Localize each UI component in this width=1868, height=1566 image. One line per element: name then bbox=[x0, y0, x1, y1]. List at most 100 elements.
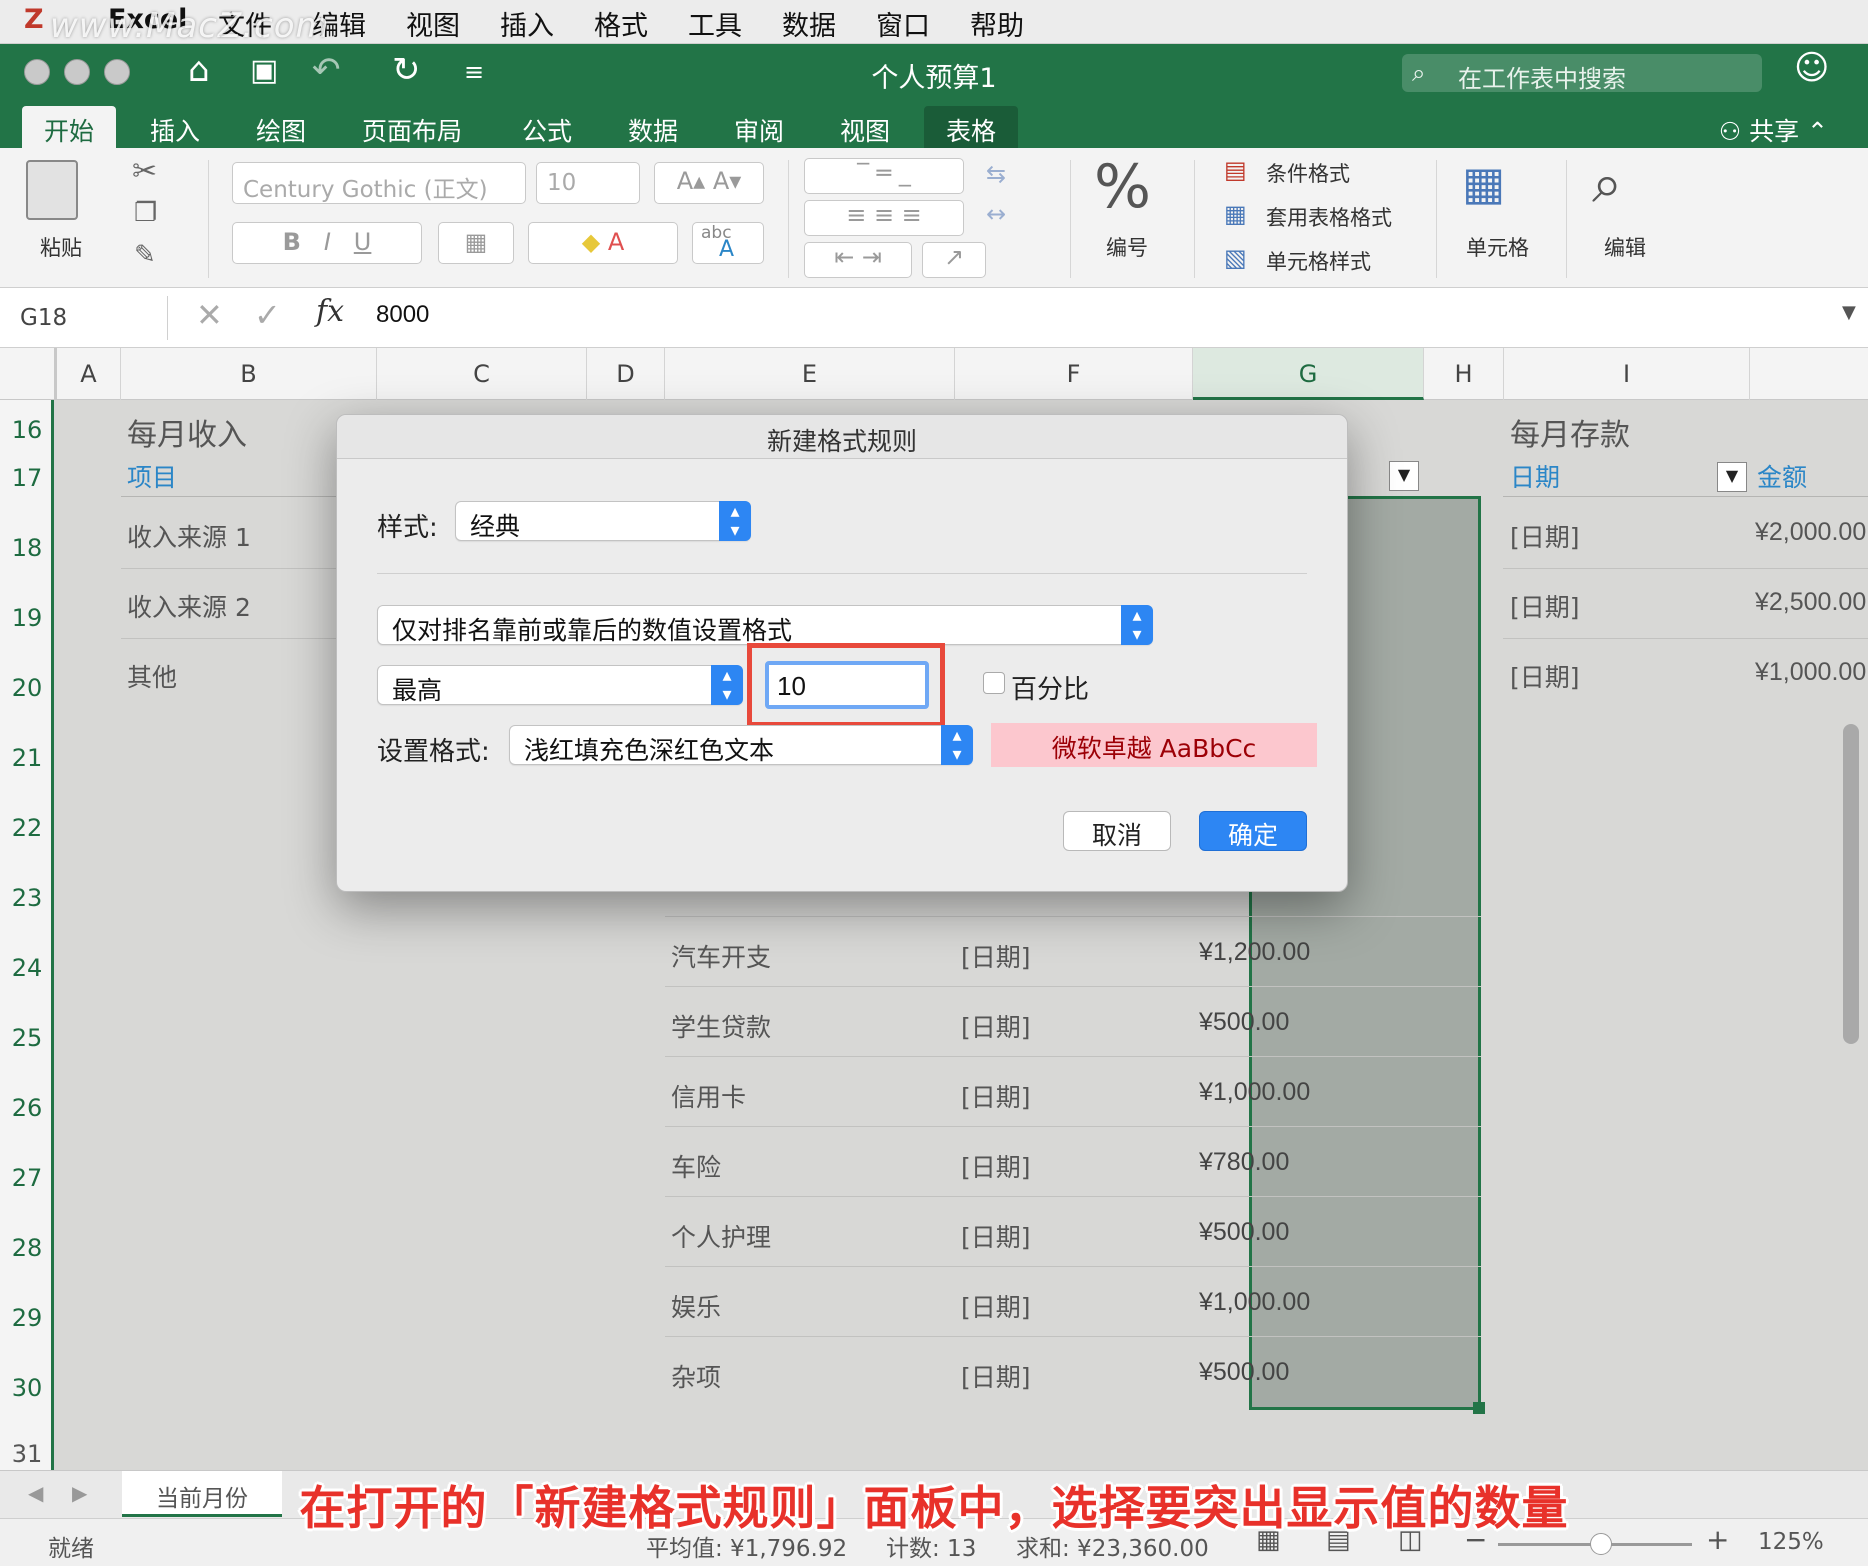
percent-icon[interactable]: % bbox=[1094, 152, 1151, 222]
rank-direction-select[interactable]: 最高 ▴ ▾ bbox=[377, 665, 743, 705]
font-name-value: Century Gothic (正文) bbox=[243, 177, 488, 203]
formula-bar: G18 ✕ ✓ fx 8000 ▼ bbox=[0, 288, 1868, 348]
border-icon[interactable]: ▦ bbox=[438, 222, 514, 264]
indent-buttons[interactable]: ⇤ ⇥ bbox=[804, 242, 912, 278]
row-header[interactable]: 22 bbox=[0, 814, 54, 842]
row-header[interactable]: 31 bbox=[0, 1440, 54, 1468]
expense-item: 学生贷款 bbox=[671, 1013, 772, 1042]
format-with-label: 设置格式: bbox=[377, 737, 490, 767]
ok-button[interactable]: 确定 bbox=[1199, 811, 1307, 851]
filter-dropdown-icon[interactable]: ▼ bbox=[1389, 461, 1419, 491]
phonetic-button[interactable]: abc A bbox=[692, 222, 764, 264]
tab-draw[interactable]: 绘图 bbox=[234, 106, 328, 148]
menu-view[interactable]: 视图 bbox=[406, 4, 460, 43]
select-all-corner[interactable] bbox=[0, 348, 57, 400]
expand-formula-icon[interactable]: ▼ bbox=[1842, 302, 1856, 323]
name-box[interactable]: G18 bbox=[8, 296, 168, 340]
menu-window[interactable]: 窗口 bbox=[876, 4, 930, 43]
column-header-i[interactable]: I bbox=[1504, 348, 1750, 400]
row-header[interactable]: 25 bbox=[0, 1024, 54, 1052]
formula-input[interactable]: 8000 bbox=[376, 301, 429, 329]
row-header[interactable]: 18 bbox=[0, 534, 54, 562]
menu-tools[interactable]: 工具 bbox=[688, 4, 742, 43]
column-header-h[interactable]: H bbox=[1424, 348, 1504, 400]
tab-page-layout[interactable]: 页面布局 bbox=[340, 106, 484, 148]
menu-format[interactable]: 格式 bbox=[594, 4, 648, 43]
bold-italic-underline[interactable]: B I U bbox=[232, 222, 422, 264]
search-icon: ⌕ bbox=[1412, 59, 1426, 87]
expense-date: [日期] bbox=[961, 943, 1031, 972]
rule-type-select[interactable]: 仅对排名靠前或靠后的数值设置格式 ▴ ▾ bbox=[377, 605, 1153, 645]
copy-icon[interactable]: ❐ bbox=[134, 198, 157, 228]
collapse-ribbon-icon[interactable]: ⌃ bbox=[1807, 117, 1828, 146]
tab-view[interactable]: 视图 bbox=[818, 106, 912, 148]
highlight-annotation-box bbox=[747, 643, 945, 727]
rule-type-value: 仅对排名靠前或靠后的数值设置格式 bbox=[392, 616, 793, 645]
row-header[interactable]: 24 bbox=[0, 954, 54, 982]
row-header[interactable]: 21 bbox=[0, 744, 54, 772]
align-top-middle-bottom[interactable]: ‾ ═ _ bbox=[804, 158, 964, 194]
row-header[interactable]: 16 bbox=[0, 416, 54, 444]
tab-insert[interactable]: 插入 bbox=[128, 106, 222, 148]
menu-data[interactable]: 数据 bbox=[782, 4, 836, 43]
wrap-text-icon[interactable]: ⇆ bbox=[986, 160, 1006, 188]
menu-insert[interactable]: 插入 bbox=[500, 4, 554, 43]
column-header-e[interactable]: E bbox=[665, 348, 955, 400]
text-orientation-icon[interactable]: ↗ bbox=[922, 242, 986, 278]
row-header[interactable]: 17 bbox=[0, 464, 54, 492]
row-header[interactable]: 28 bbox=[0, 1234, 54, 1262]
tab-review[interactable]: 审阅 bbox=[712, 106, 806, 148]
row-header[interactable]: 26 bbox=[0, 1094, 54, 1122]
row-header[interactable]: 20 bbox=[0, 674, 54, 702]
vertical-scrollbar[interactable] bbox=[1843, 724, 1859, 1044]
row-header[interactable]: 30 bbox=[0, 1374, 54, 1402]
add-person-icon: ⚇ bbox=[1718, 117, 1742, 146]
cancel-entry-icon[interactable]: ✕ bbox=[196, 296, 223, 334]
search-magnifier-icon[interactable]: ⌕ bbox=[1592, 152, 1622, 216]
fill-handle[interactable] bbox=[1473, 1402, 1485, 1414]
share-button[interactable]: ⚇ 共享 ⌃ bbox=[1719, 112, 1828, 148]
column-header-c[interactable]: C bbox=[377, 348, 587, 400]
format-painter-icon[interactable]: ✎ bbox=[134, 240, 156, 270]
row-header[interactable]: 23 bbox=[0, 884, 54, 912]
paste-icon[interactable] bbox=[26, 160, 78, 220]
conditional-format-button[interactable]: 条件格式 bbox=[1266, 158, 1350, 188]
row-header[interactable]: 29 bbox=[0, 1304, 54, 1332]
cancel-button[interactable]: 取消 bbox=[1063, 811, 1171, 851]
column-header-b[interactable]: B bbox=[121, 348, 377, 400]
cell-style-icon[interactable]: ▧ bbox=[1224, 244, 1247, 272]
chevron-updown-icon: ▴ ▾ bbox=[711, 665, 743, 705]
table-format-button[interactable]: 套用表格格式 bbox=[1266, 202, 1392, 232]
row-header[interactable]: 19 bbox=[0, 604, 54, 632]
merge-cells-icon[interactable]: ↔ bbox=[986, 200, 1006, 228]
style-select[interactable]: 经典 ▴ ▾ bbox=[455, 501, 751, 541]
row-header[interactable]: 27 bbox=[0, 1164, 54, 1192]
sheet-search-input[interactable]: ⌕ 在工作表中搜索 bbox=[1402, 54, 1762, 93]
percent-checkbox[interactable] bbox=[983, 672, 1005, 694]
cut-icon[interactable]: ✂ bbox=[132, 154, 157, 189]
conditional-format-icon[interactable]: ▤ bbox=[1224, 156, 1247, 184]
menu-help[interactable]: 帮助 bbox=[970, 4, 1024, 43]
font-size-select[interactable]: 10 bbox=[536, 162, 640, 204]
column-header-f[interactable]: F bbox=[955, 348, 1193, 400]
align-left-center-right[interactable]: ≡ ≡ ≡ bbox=[804, 200, 964, 236]
column-header-a[interactable]: A bbox=[57, 348, 121, 400]
fill-font-color[interactable]: ◆ A bbox=[528, 222, 678, 264]
edit-label: 编辑 bbox=[1604, 236, 1646, 260]
font-name-select[interactable]: Century Gothic (正文) bbox=[232, 162, 526, 204]
tab-data[interactable]: 数据 bbox=[606, 106, 700, 148]
feedback-smiley-icon[interactable]: ☺ bbox=[1794, 48, 1829, 88]
function-icon[interactable]: fx bbox=[316, 294, 344, 329]
cell-style-button[interactable]: 单元格样式 bbox=[1266, 246, 1371, 276]
tab-table[interactable]: 表格 bbox=[924, 106, 1019, 148]
confirm-entry-icon[interactable]: ✓ bbox=[254, 296, 281, 334]
format-with-select[interactable]: 浅红填充色深红色文本 ▴ ▾ bbox=[509, 725, 973, 765]
font-size-grow-shrink[interactable]: A▴ A▾ bbox=[654, 162, 764, 204]
column-header-d[interactable]: D bbox=[587, 348, 665, 400]
cells-icon[interactable]: ▦ bbox=[1462, 156, 1505, 210]
column-header-g[interactable]: G bbox=[1193, 348, 1424, 400]
table-format-icon[interactable]: ▦ bbox=[1224, 200, 1247, 228]
filter-dropdown-icon[interactable]: ▼ bbox=[1717, 462, 1747, 492]
tab-formulas[interactable]: 公式 bbox=[500, 106, 594, 148]
tab-home[interactable]: 开始 bbox=[22, 106, 117, 148]
